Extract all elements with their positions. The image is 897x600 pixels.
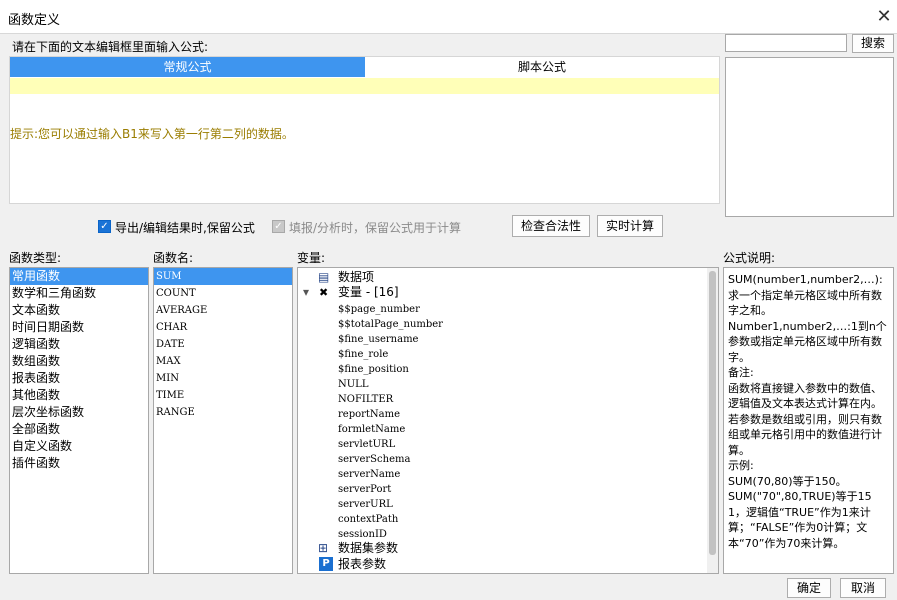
search-button[interactable]: 搜索 <box>852 34 894 53</box>
function-name-item[interactable]: MAX <box>154 353 292 370</box>
function-type-item[interactable]: 层次坐标函数 <box>10 404 148 421</box>
function-name-item[interactable]: TIME <box>154 387 292 404</box>
function-type-item[interactable]: 时间日期函数 <box>10 319 148 336</box>
editor-label: 请在下面的文本编辑框里面输入公式: <box>12 40 209 54</box>
function-type-item[interactable]: 报表函数 <box>10 370 148 387</box>
realtime-calc-button[interactable]: 实时计算 <box>597 215 663 237</box>
variable-item[interactable]: NULL <box>338 377 368 392</box>
cancel-button[interactable]: 取消 <box>840 578 886 598</box>
function-type-item[interactable]: 其他函数 <box>10 387 148 404</box>
title-bar: 函数定义 ✕ <box>0 0 897 34</box>
report-params-icon: P <box>319 557 333 571</box>
variable-item[interactable]: $fine_username <box>338 332 418 347</box>
function-name-item[interactable]: DATE <box>154 336 292 353</box>
variables-scrollbar[interactable] <box>707 268 718 573</box>
variable-item[interactable]: $fine_position <box>338 362 409 377</box>
variable-item[interactable]: NOFILTER <box>338 392 393 407</box>
variables-label: 变量: <box>297 251 326 265</box>
search-results-list[interactable] <box>725 57 894 217</box>
function-name-item[interactable]: RANGE <box>154 404 292 421</box>
function-name-item[interactable]: COUNT <box>154 285 292 302</box>
variable-item[interactable]: reportName <box>338 407 400 422</box>
fill-formula-checkbox: ✓ <box>272 220 285 233</box>
tree-dataset-params[interactable]: 数据集参数 <box>338 541 398 556</box>
check-validity-button[interactable]: 检查合法性 <box>512 215 590 237</box>
variables-scroll-thumb[interactable] <box>709 271 716 555</box>
function-type-item[interactable]: 数学和三角函数 <box>10 285 148 302</box>
description-panel: SUM(number1,number2,…):求一个指定单元格区域中所有数字之和… <box>723 267 894 574</box>
close-icon[interactable]: ✕ <box>872 5 896 29</box>
function-type-item[interactable]: 自定义函数 <box>10 438 148 455</box>
variable-x-icon: ✖ <box>319 286 329 299</box>
variable-item[interactable]: serverSchema <box>338 452 410 467</box>
tree-variables-node[interactable]: 变量 - [16] <box>338 285 399 300</box>
search-input[interactable] <box>725 34 847 52</box>
tree-data-items[interactable]: 数据项 <box>338 270 374 285</box>
function-type-item[interactable]: 常用函数 <box>10 268 148 285</box>
description-label: 公式说明: <box>723 251 776 265</box>
variable-item[interactable]: sessionID <box>338 527 387 542</box>
editor-hint: 提示:您可以通过输入B1来写入第一行第二列的数据。 <box>10 127 294 141</box>
fill-formula-label: 填报/分析时，保留公式用于计算 <box>289 221 462 235</box>
ok-button[interactable]: 确定 <box>787 578 831 598</box>
function-types-list[interactable]: 常用函数 数学和三角函数 文本函数 时间日期函数 逻辑函数 数组函数 报表函数 其他函数 层次坐… <box>9 267 149 574</box>
function-name-item[interactable]: AVERAGE <box>154 302 292 319</box>
keep-formula-label: 导出/编辑结果时,保留公式 <box>115 221 255 235</box>
description-text: SUM(number1,number2,…):求一个指定单元格区域中所有数字之和… <box>728 273 887 550</box>
function-name-item[interactable]: SUM <box>154 268 292 285</box>
function-type-item[interactable]: 文本函数 <box>10 302 148 319</box>
variables-tree[interactable]: ▤ 数据项 ▾ ✖ 变量 - [16] $$page_number $$total… <box>297 267 719 574</box>
function-name-item[interactable]: CHAR <box>154 319 292 336</box>
variable-item[interactable]: serverName <box>338 467 400 482</box>
variable-item[interactable]: servletURL <box>338 437 395 452</box>
variable-item[interactable]: $$totalPage_number <box>338 317 443 332</box>
function-types-label: 函数类型: <box>9 251 62 265</box>
variable-item[interactable]: $$page_number <box>338 302 420 317</box>
variable-item[interactable]: formletName <box>338 422 405 437</box>
data-items-icon: ▤ <box>318 270 330 284</box>
collapse-icon[interactable]: ▾ <box>303 285 309 300</box>
dataset-params-icon: ⊞ <box>318 541 329 555</box>
formula-editor[interactable]: 常规公式 脚本公式 提示:您可以通过输入B1来写入第一行第二列的数据。 <box>9 56 720 204</box>
variable-item[interactable]: contextPath <box>338 512 398 527</box>
function-type-item[interactable]: 插件函数 <box>10 455 148 472</box>
current-line-highlight[interactable] <box>10 78 719 94</box>
tab-script-formula[interactable]: 脚本公式 <box>365 57 719 77</box>
variable-item[interactable]: serverURL <box>338 497 393 512</box>
function-type-item[interactable]: 逻辑函数 <box>10 336 148 353</box>
keep-formula-checkbox[interactable]: ✓ <box>98 220 111 233</box>
function-name-item[interactable]: MIN <box>154 370 292 387</box>
window-title: 函数定义 <box>8 13 61 28</box>
tree-report-params[interactable]: 报表参数 <box>338 557 386 572</box>
variable-item[interactable]: $fine_role <box>338 347 388 362</box>
function-names-list[interactable]: SUM COUNT AVERAGE CHAR DATE MAX MIN TIME RANGE <box>153 267 293 574</box>
variable-item[interactable]: serverPort <box>338 482 391 497</box>
function-type-item[interactable]: 全部函数 <box>10 421 148 438</box>
tab-regular-formula[interactable]: 常规公式 <box>10 57 365 77</box>
function-type-item[interactable]: 数组函数 <box>10 353 148 370</box>
function-names-label: 函数名: <box>153 251 194 265</box>
